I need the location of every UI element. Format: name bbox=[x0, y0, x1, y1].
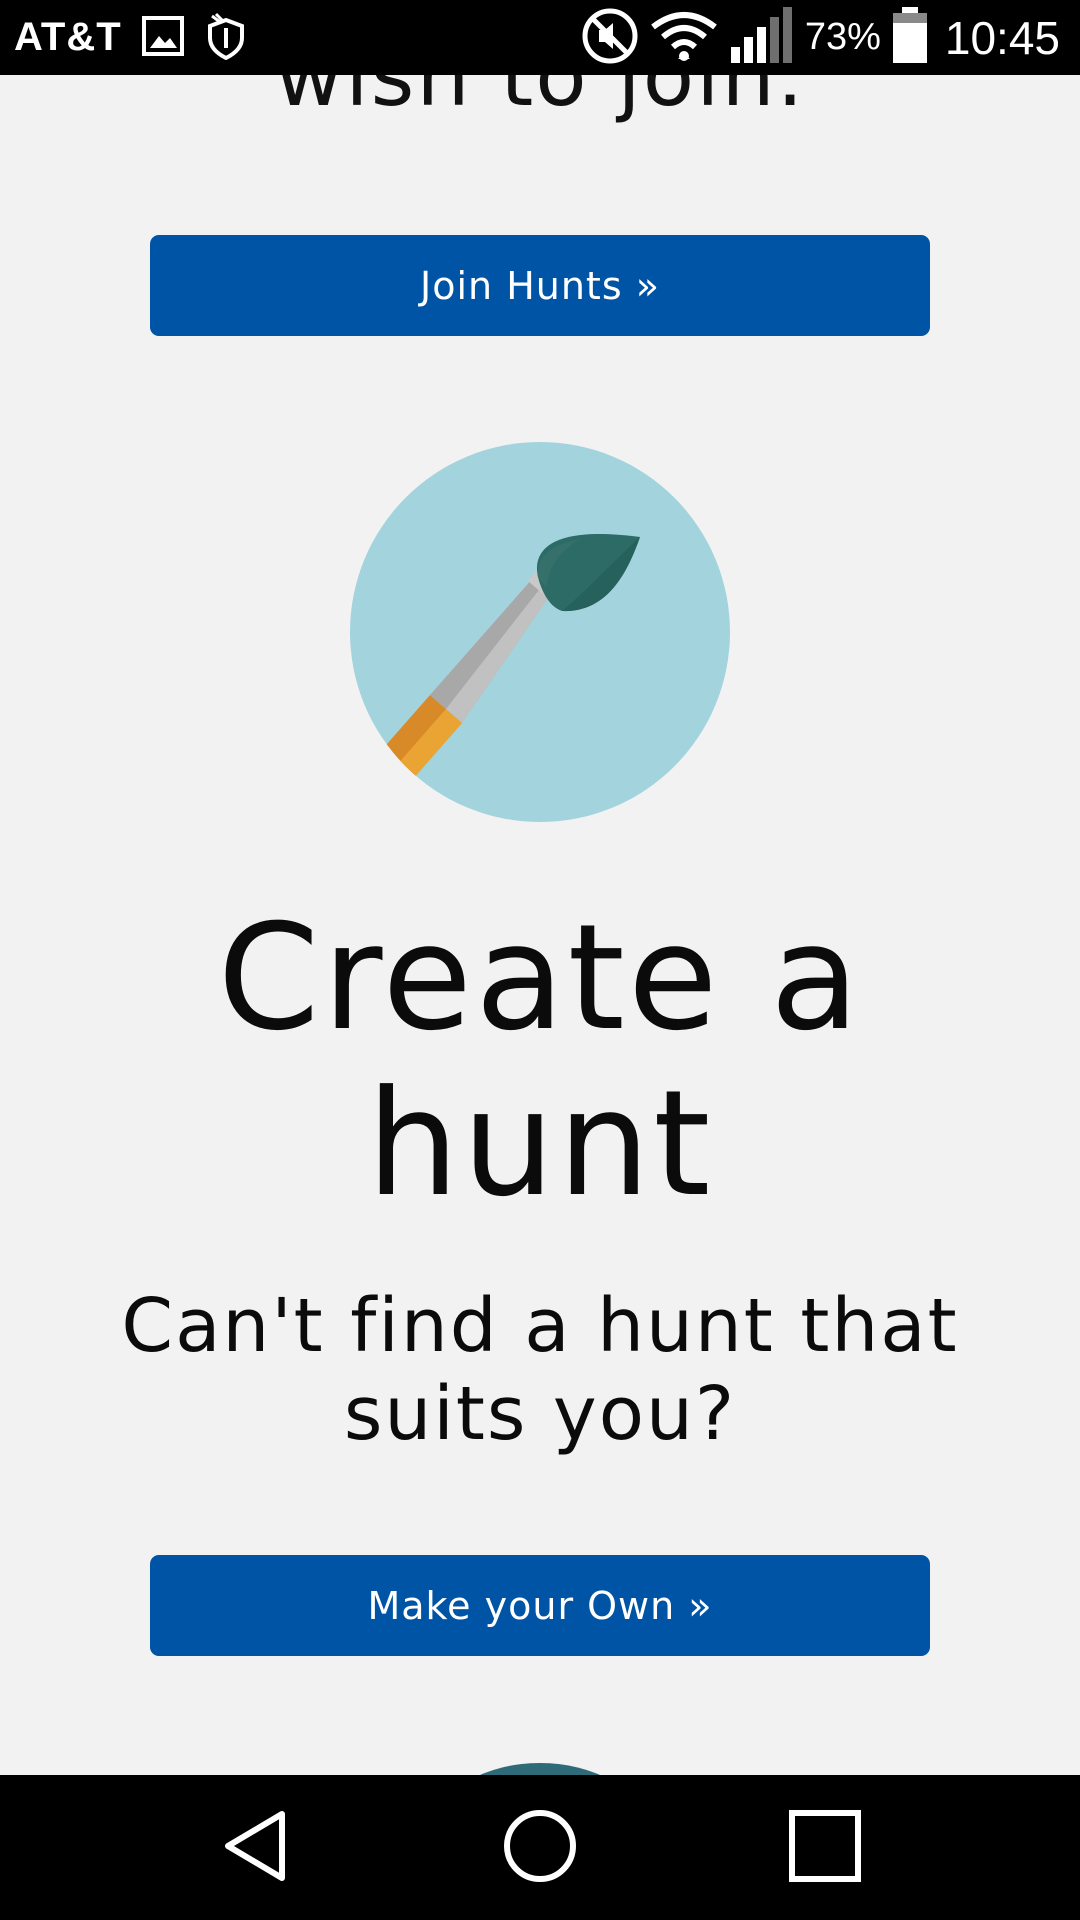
status-bar-right: 73% 10:45 bbox=[581, 0, 1060, 75]
signal-icon bbox=[729, 6, 795, 69]
page-subtitle: Can't find a hunt that suits you? bbox=[0, 1282, 1080, 1458]
back-icon bbox=[220, 1808, 290, 1888]
main-content[interactable]: wish to join. Join Hunts » Create a hunt… bbox=[0, 75, 1080, 1775]
mute-icon bbox=[581, 7, 639, 69]
paintbrush-icon bbox=[350, 441, 730, 823]
status-bar-left: AT&T bbox=[14, 0, 248, 75]
recents-button[interactable] bbox=[745, 1775, 905, 1920]
page-subtitle-line-1: Can't find a hunt that bbox=[121, 1283, 959, 1369]
battery-icon bbox=[891, 6, 929, 69]
carrier-label: AT&T bbox=[14, 15, 122, 59]
home-button[interactable] bbox=[460, 1775, 620, 1920]
back-button[interactable] bbox=[175, 1775, 335, 1920]
clock: 10:45 bbox=[944, 11, 1060, 64]
page-subtitle-line-2: suits you? bbox=[343, 1371, 737, 1457]
page-title-line-2: hunt bbox=[366, 1059, 714, 1229]
home-icon bbox=[502, 1808, 578, 1888]
page-title-line-1: Create a bbox=[217, 893, 863, 1063]
shield-icon bbox=[204, 12, 248, 64]
previous-section-text: wish to join. bbox=[274, 75, 806, 125]
navigation-bar bbox=[0, 1775, 1080, 1920]
join-hunts-button[interactable]: Join Hunts » bbox=[150, 235, 930, 336]
page-title: Create a hunt bbox=[0, 895, 1080, 1227]
battery-percent: 73% bbox=[804, 16, 881, 58]
image-icon bbox=[141, 15, 184, 60]
status-bar: AT&T 73% 10:45 bbox=[0, 0, 1080, 75]
next-section-illustration bbox=[440, 1763, 640, 1775]
make-your-own-button[interactable]: Make your Own » bbox=[150, 1555, 930, 1656]
recents-icon bbox=[787, 1808, 863, 1888]
wifi-icon bbox=[649, 9, 719, 67]
